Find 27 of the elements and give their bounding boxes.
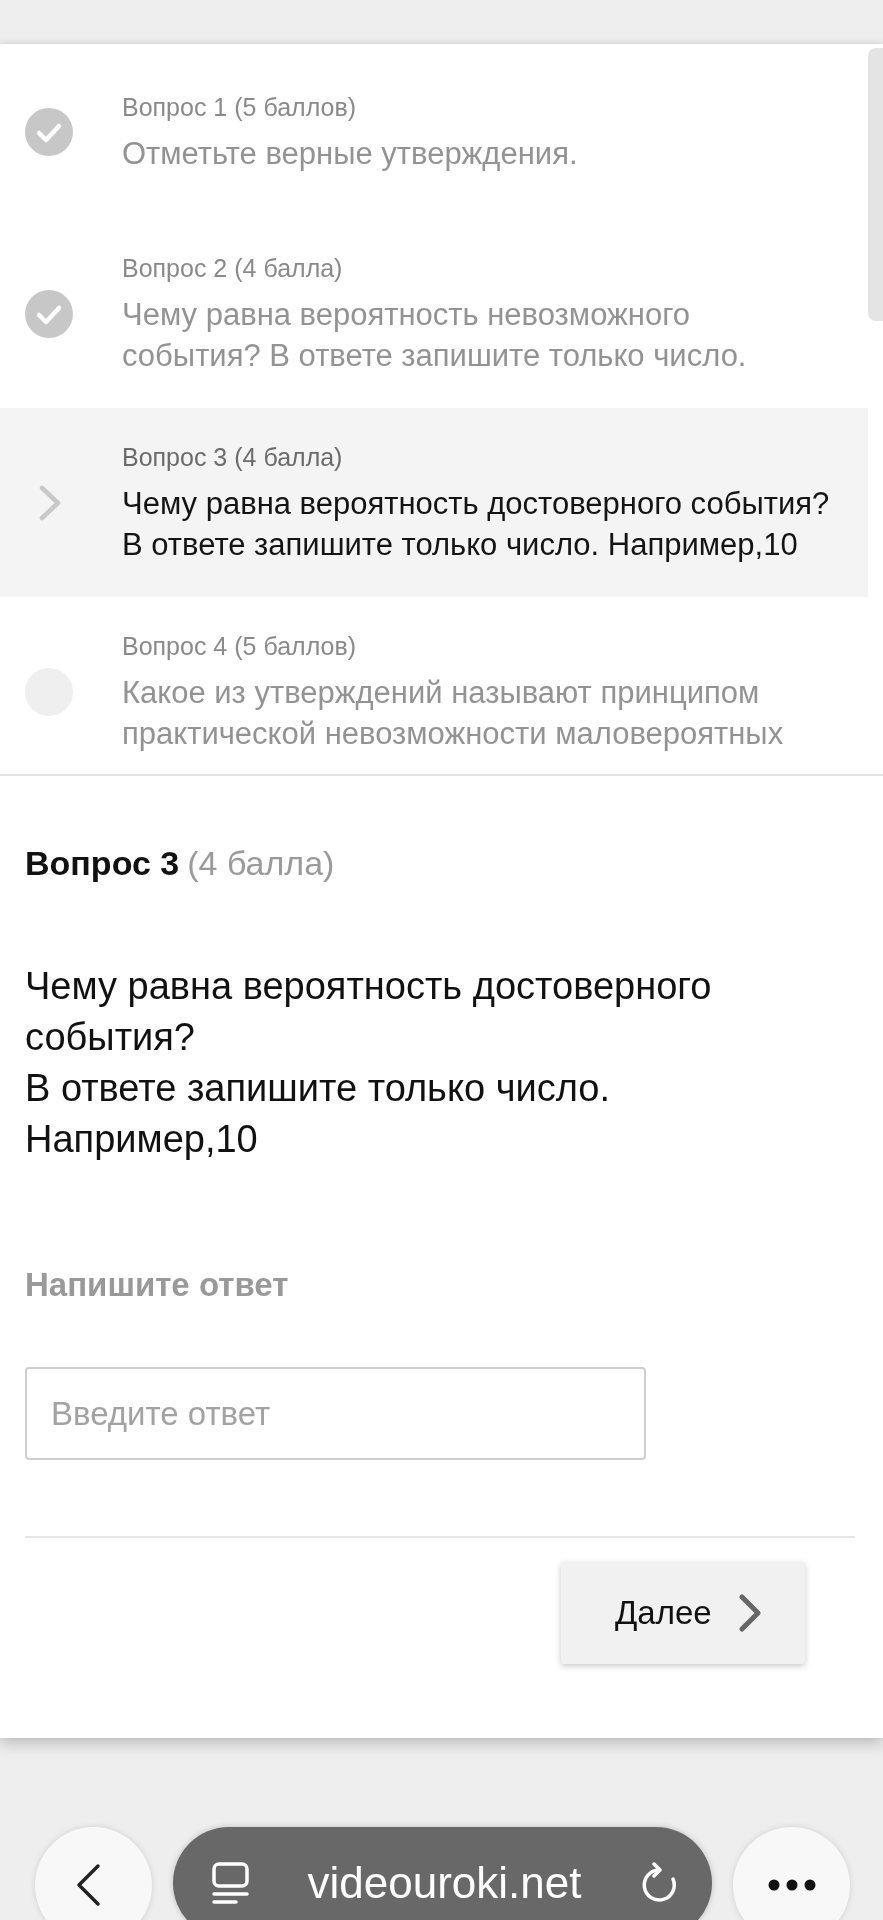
chevron-right-icon — [738, 1594, 761, 1632]
back-icon — [74, 1863, 101, 1907]
more-icon — [767, 1879, 816, 1891]
question-number: Вопрос 3 (4 балла) — [122, 442, 343, 473]
question-text: Чему равна вероятность достоверного события? В ответе запишите только число. Например,10 — [122, 485, 830, 564]
question-item[interactable]: Вопрос 4 (5 баллов) Какое из утверждений называют принципом практической невозможности маловероятных — [0, 597, 868, 774]
question-text: Чему равна вероятность невозможного события? В ответе запишите только число. — [122, 296, 748, 375]
more-button[interactable] — [733, 1827, 850, 1920]
question-number: Вопрос 2 (4 балла) — [122, 253, 343, 284]
url-text: videouroki.net — [306, 1858, 583, 1908]
address-bar[interactable]: videouroki.net — [173, 1827, 712, 1920]
question-text: Какое из утверждений называют принципом практической невозможности маловероятных — [122, 674, 785, 753]
question-points: (4 балла) — [187, 844, 335, 882]
scrollbar-thumb[interactable] — [868, 48, 883, 321]
answer-label: Напишите ответ — [25, 1265, 289, 1305]
reload-icon[interactable] — [640, 1862, 679, 1904]
question-number: Вопрос 4 (5 баллов) — [122, 631, 356, 662]
next-button[interactable]: Далее — [561, 1562, 805, 1664]
question-number: Вопрос 1 (5 баллов) — [122, 91, 356, 123]
reader-icon[interactable] — [212, 1862, 249, 1904]
question-item[interactable]: Вопрос 2 (4 балла) Чему равна вероятность невозможного события? В ответе запишите только число. — [0, 219, 868, 408]
question-text: Чему равна вероятность достоверного события? В ответе запишите только число. Например,10 — [25, 964, 713, 1162]
question-item[interactable]: Вопрос 1 (5 баллов) Отметьте верные утверждения. — [0, 44, 868, 219]
answer-input[interactable]: Введите ответ — [25, 1367, 646, 1460]
question-text: Отметьте верные утверждения. — [122, 134, 578, 173]
question-item[interactable]: Вопрос 3 (4 балла) Чему равна вероятность достоверного события? В ответе запишите только число. Например,10 — [0, 408, 868, 597]
question-title: Вопрос 3 — [25, 844, 180, 882]
